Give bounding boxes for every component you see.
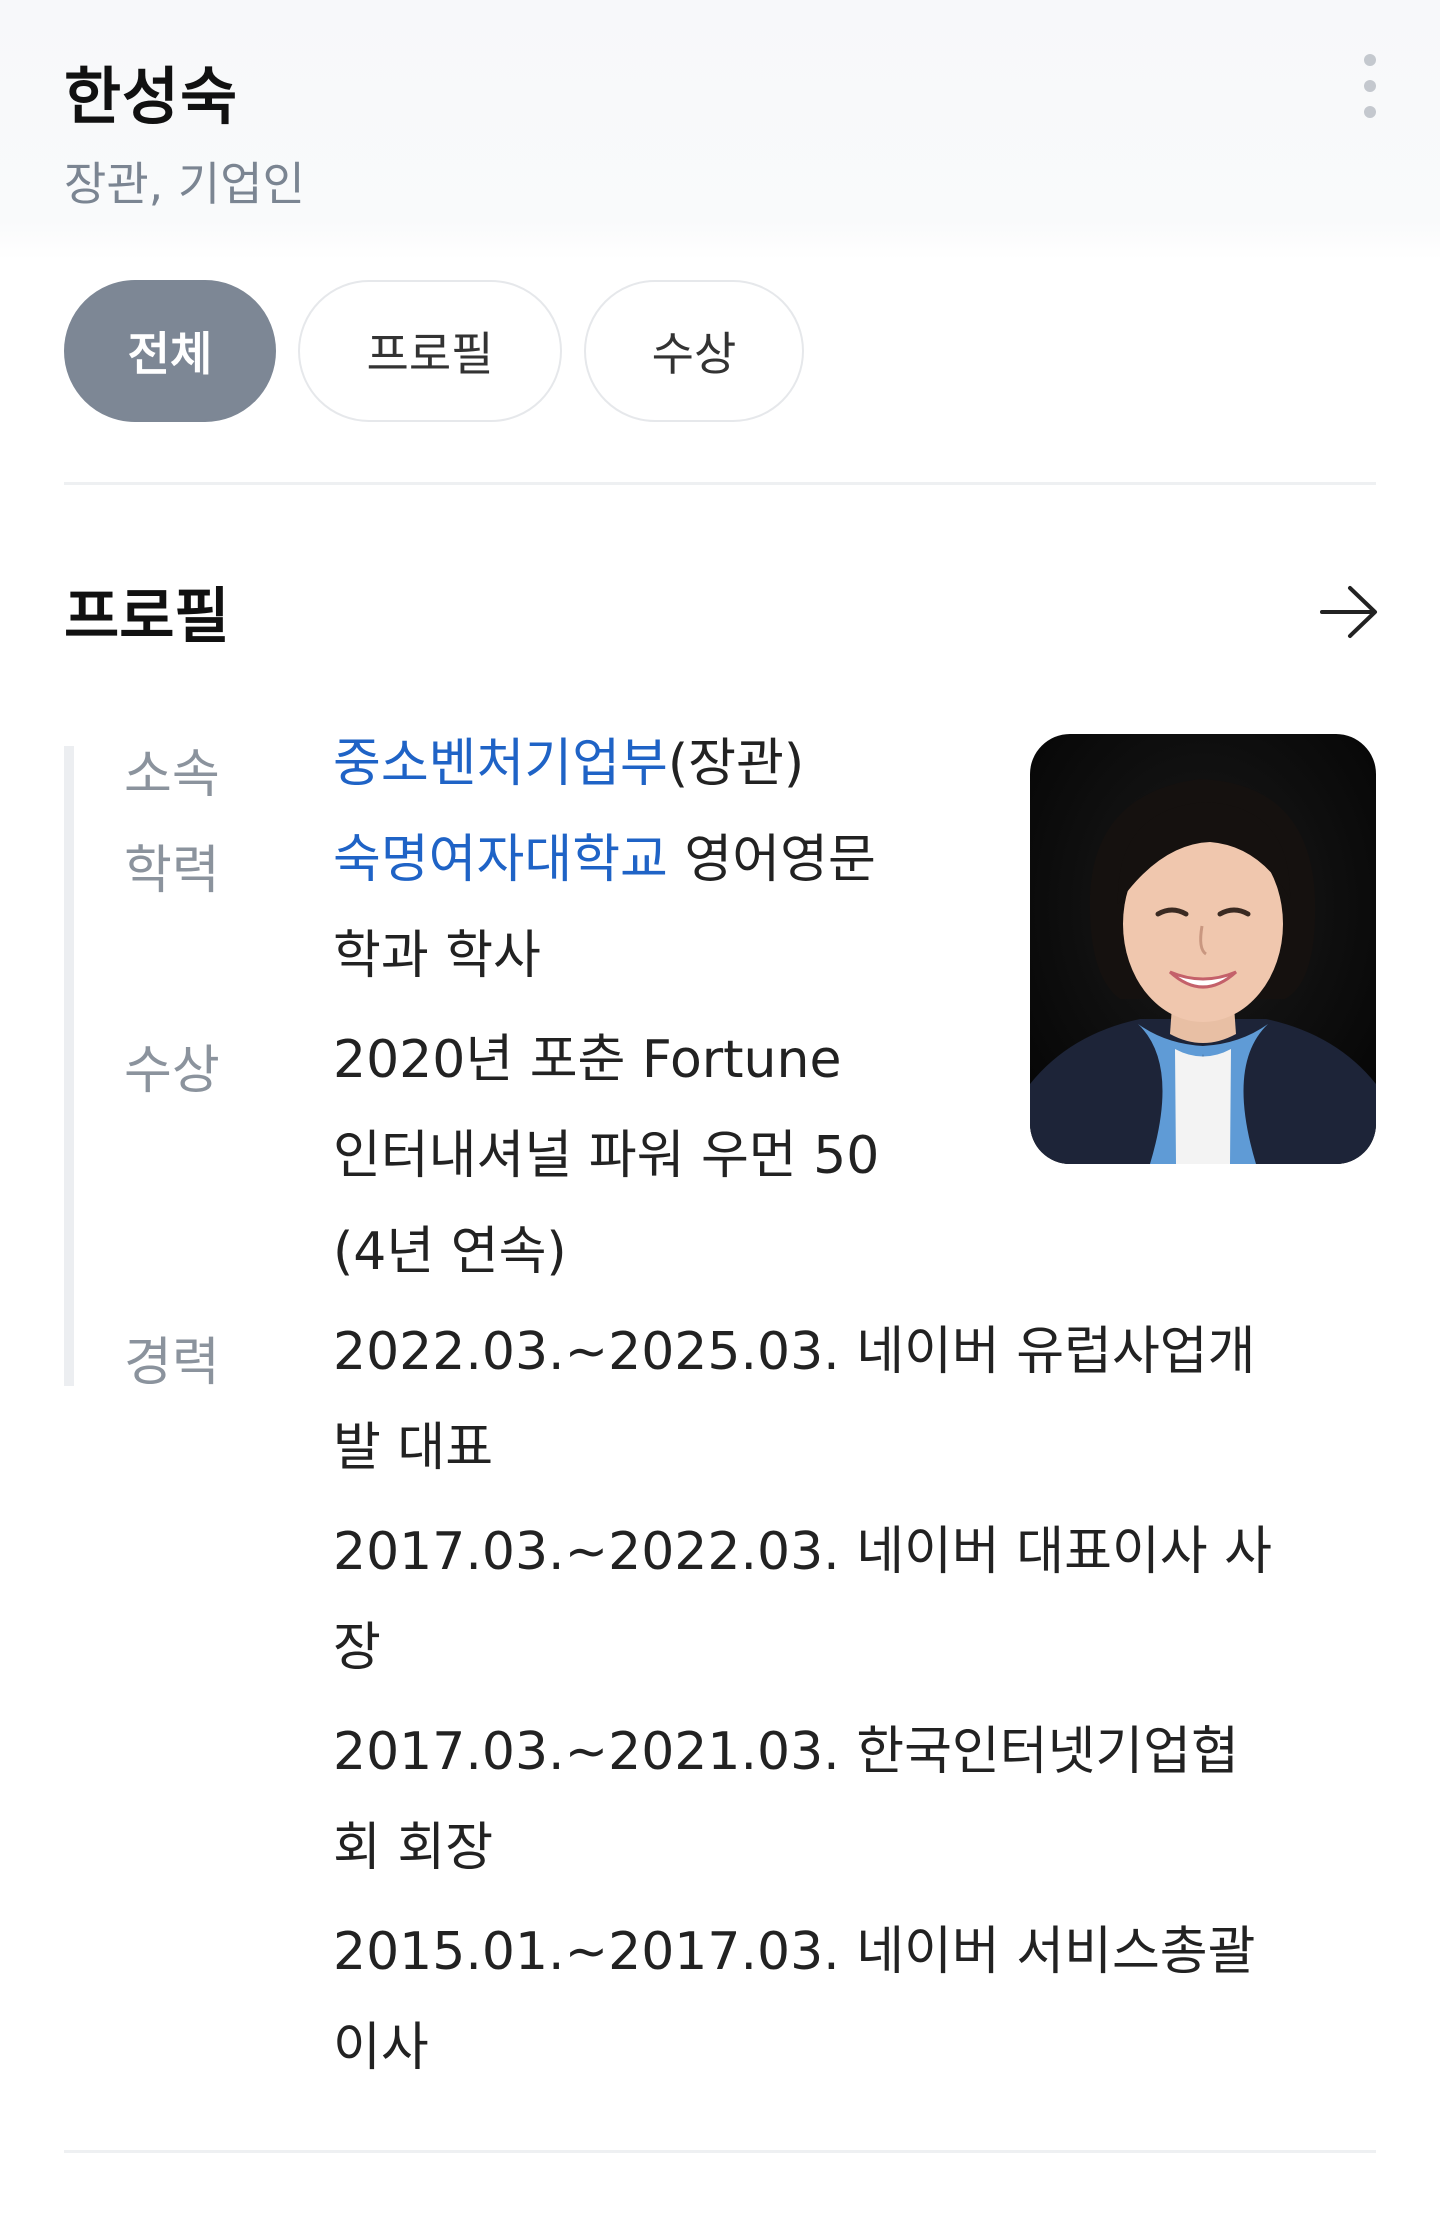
award-label: 수상 <box>124 1041 220 1101</box>
career-item-1-line2: 발 대표 <box>333 1418 494 1478</box>
more-options-icon[interactable] <box>1350 54 1390 118</box>
person-name: 한성숙 <box>64 60 239 133</box>
career-item-4-line2: 이사 <box>333 2018 429 2078</box>
tab-profile[interactable]: 프로필 <box>298 280 562 422</box>
bottom-divider <box>64 2150 1376 2153</box>
tab-awards[interactable]: 수상 <box>584 280 804 422</box>
career-item-3-line2: 회 회장 <box>333 1818 494 1878</box>
divider <box>64 482 1376 485</box>
award-line2: 인터내셔널 파워 우먼 50 <box>333 1126 880 1186</box>
education-value-line2: 학과 학사 <box>333 926 541 986</box>
affiliation-value: 중소벤처기업부(장관) <box>333 716 804 812</box>
education-link[interactable]: 숙명여자대학교 <box>333 830 668 890</box>
person-subtitle: 장관, 기업인 <box>64 157 305 211</box>
tab-all[interactable]: 전체 <box>64 280 276 422</box>
profile-section-title: 프로필 <box>64 582 230 652</box>
career-item-2-line2: 장 <box>333 1618 381 1678</box>
profile-photo[interactable] <box>1030 734 1376 1164</box>
career-item-4-line1: 2015.01.~2017.03. 네이버 서비스총괄 <box>333 1922 1256 1982</box>
education-label: 학력 <box>124 841 220 901</box>
profile-header: 한성숙 장관, 기업인 <box>0 0 1440 260</box>
arrow-right-icon[interactable] <box>1318 584 1380 640</box>
affiliation-suffix: (장관) <box>667 734 805 794</box>
award-line3: (4년 연속) <box>333 1222 567 1282</box>
career-item-2-line1: 2017.03.~2022.03. 네이버 대표이사 사 <box>333 1522 1273 1582</box>
education-suffix: 영어영문 <box>667 830 876 890</box>
career-label: 경력 <box>124 1333 220 1393</box>
education-value: 숙명여자대학교 영어영문 <box>333 812 876 908</box>
career-item-3-line1: 2017.03.~2021.03. 한국인터넷기업협 <box>333 1722 1239 1782</box>
award-line1: 2020년 포춘 Fortune <box>333 1030 842 1090</box>
info-left-bar <box>64 746 74 1386</box>
career-item-1-line1: 2022.03.~2025.03. 네이버 유럽사업개 <box>333 1322 1256 1382</box>
affiliation-link[interactable]: 중소벤처기업부 <box>333 734 668 794</box>
affiliation-label: 소속 <box>124 745 220 805</box>
